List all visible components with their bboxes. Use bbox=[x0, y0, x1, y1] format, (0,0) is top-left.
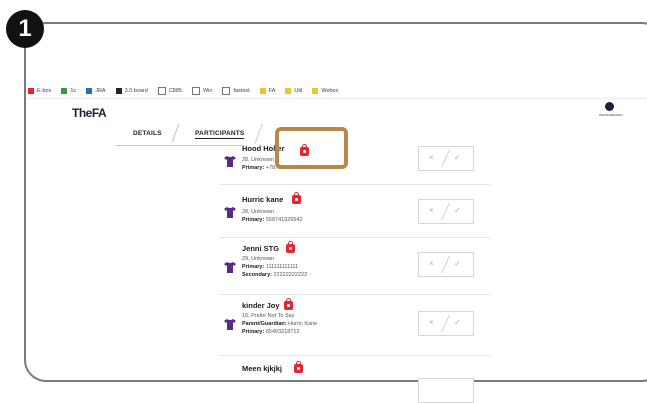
accept-reject-toggle[interactable]: × ✓ bbox=[418, 146, 474, 171]
participant-guardian: Parent/Guardian: Hurric Kane bbox=[242, 321, 318, 327]
participant-age-gender: 28, Unknown bbox=[242, 209, 275, 215]
reject-icon[interactable]: × bbox=[429, 206, 434, 215]
accept-reject-toggle[interactable]: × ✓ bbox=[418, 252, 474, 277]
bookmark-icon bbox=[115, 88, 122, 94]
bookmark-item[interactable]: fastest bbox=[222, 87, 250, 95]
user-menu[interactable]: WHITEHEIRONG bbox=[599, 102, 623, 117]
bookmarks-bar: E-box 1c JRA 3.0 board C885 Win fastest … bbox=[28, 84, 647, 99]
accept-icon[interactable]: ✓ bbox=[454, 318, 461, 327]
shirt-icon bbox=[224, 207, 236, 218]
bookmark-item[interactable]: C885 bbox=[157, 87, 182, 95]
bookmark-item[interactable]: Webex bbox=[312, 88, 338, 94]
participant-secondary: Secondary: 22222222222 bbox=[242, 272, 308, 278]
toggle-divider bbox=[441, 150, 450, 167]
shirt-icon bbox=[224, 262, 236, 273]
page-icon bbox=[157, 87, 166, 95]
highlight-box bbox=[275, 127, 348, 169]
folder-icon bbox=[285, 88, 292, 94]
shirt-icon bbox=[224, 156, 236, 167]
step-number-badge: 1 bbox=[6, 10, 44, 48]
participant-primary: Primary: 558741326542 bbox=[242, 217, 303, 223]
reject-icon[interactable]: × bbox=[429, 318, 434, 327]
shirt-icon bbox=[224, 319, 236, 330]
page-icon bbox=[222, 87, 231, 95]
participant-name[interactable]: Jenni STG bbox=[242, 244, 279, 253]
accept-icon[interactable]: ✓ bbox=[454, 153, 461, 162]
toggle-divider bbox=[441, 203, 450, 220]
lock-icon[interactable] bbox=[284, 298, 293, 310]
participant-row: Hood Holler 28, Unknown Primary: +787321… bbox=[220, 140, 490, 185]
app-header: TheFA WHITEHEIRONG bbox=[28, 100, 647, 122]
participant-primary: Primary: 65493218712 bbox=[242, 329, 300, 335]
tab-divider bbox=[171, 124, 180, 142]
participant-row: Meen kjkjkj bbox=[220, 356, 490, 403]
bookmark-item[interactable]: Util bbox=[285, 88, 302, 94]
participant-primary: Primary: 111111111111 bbox=[242, 264, 299, 270]
participant-name[interactable]: kinder Joy bbox=[242, 301, 280, 310]
page-icon bbox=[191, 87, 200, 95]
bookmark-icon bbox=[61, 88, 68, 94]
participant-age-gender: 28, Unknown bbox=[242, 157, 275, 163]
accept-reject-toggle[interactable]: × ✓ bbox=[418, 199, 474, 224]
bookmark-item[interactable]: 3.0 board bbox=[115, 88, 148, 94]
app-logo[interactable]: TheFA bbox=[72, 106, 107, 120]
toggle-divider bbox=[441, 256, 450, 273]
bookmark-item[interactable]: JRA bbox=[86, 88, 106, 94]
participant-row: Hurric kane 28, Unknown Primary: 5587413… bbox=[220, 185, 490, 238]
folder-icon bbox=[259, 88, 266, 94]
tab-participants[interactable]: PARTICIPANTS bbox=[195, 130, 245, 139]
participant-row: Jenni STG 29, Unknown Primary: 111111111… bbox=[220, 238, 490, 295]
lock-icon[interactable] bbox=[292, 192, 301, 204]
bookmark-icon bbox=[28, 88, 34, 94]
tab-details[interactable]: DETAILS bbox=[133, 130, 162, 137]
reject-icon[interactable]: × bbox=[429, 259, 434, 268]
folder-icon bbox=[312, 88, 319, 94]
lock-icon[interactable] bbox=[294, 361, 303, 373]
lock-icon[interactable] bbox=[286, 241, 295, 253]
accept-icon[interactable]: ✓ bbox=[454, 206, 461, 215]
bookmark-item[interactable]: Win bbox=[191, 87, 212, 95]
toggle-divider bbox=[441, 315, 450, 332]
reject-icon[interactable]: × bbox=[429, 153, 434, 162]
user-name: WHITEHEIRONG bbox=[599, 113, 623, 117]
bookmark-icon bbox=[86, 88, 93, 94]
bookmark-item[interactable]: 1c bbox=[61, 88, 76, 94]
accept-reject-toggle[interactable]: × ✓ bbox=[418, 311, 474, 336]
participant-age-gender: 29, Unknown bbox=[242, 256, 275, 262]
user-avatar-icon bbox=[604, 102, 614, 111]
bookmark-item[interactable]: E-box bbox=[28, 88, 51, 94]
accept-reject-toggle[interactable] bbox=[418, 378, 474, 403]
participant-name[interactable]: Meen kjkjkj bbox=[242, 364, 282, 373]
participant-row: kinder Joy 16, Prefer Not To Say Parent/… bbox=[220, 295, 490, 356]
participants-list: Hood Holler 28, Unknown Primary: +787321… bbox=[220, 140, 490, 403]
participant-age-gender: 16, Prefer Not To Say bbox=[242, 313, 295, 319]
accept-icon[interactable]: ✓ bbox=[454, 259, 461, 268]
participant-name[interactable]: Hurric kane bbox=[242, 195, 283, 204]
bookmark-item[interactable]: FA bbox=[259, 88, 275, 94]
